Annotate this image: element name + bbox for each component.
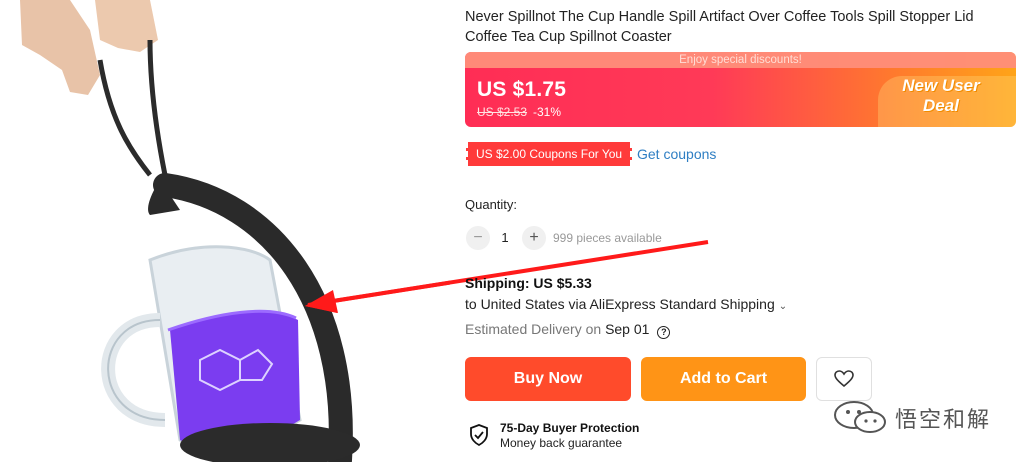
coupon-badge[interactable]: US $2.00 Coupons For You [466,142,633,166]
pieces-available: 999 pieces available [553,231,662,245]
shipping-cost: Shipping: US $5.33 [465,275,592,291]
add-to-cart-button[interactable]: Add to Cart [641,357,806,401]
new-user-deal-badge: New User Deal [902,76,980,115]
minus-icon[interactable]: − [466,226,490,250]
buyer-protection-title: 75-Day Buyer Protection [500,421,640,435]
current-price: US $1.75 [477,78,567,101]
delivery-label: Estimated Delivery on [465,321,602,337]
quantity-value[interactable]: 1 [500,230,510,245]
product-image [0,0,450,462]
watermark: 悟空和解 [832,398,1012,438]
quantity-label: Quantity: [465,197,518,212]
product-photo [20,0,450,462]
shipping-destination[interactable]: to United States via AliExpress Standard… [465,296,787,312]
buy-now-button[interactable]: Buy Now [465,357,631,401]
promo-strip: Enjoy special discounts! [465,52,1016,68]
delivery-date: Sep 01 [605,321,650,337]
price-box: Enjoy special discounts! US $1.75 US $2.… [465,52,1016,127]
question-mark-icon[interactable]: ? [657,326,671,339]
product-title: Never Spillnot The Cup Handle Spill Arti… [465,9,974,45]
plus-icon[interactable]: + [522,226,546,250]
product-info: Never Spillnot The Cup Handle Spill Arti… [465,0,1020,462]
wishlist-button[interactable] [816,357,872,401]
shield-check-icon [470,424,488,446]
chevron-down-icon[interactable]: ⌄ [779,301,787,312]
shipping-destination-text: to United States via AliExpress Standard… [465,296,775,312]
original-price: US $2.53 [477,105,528,119]
heart-icon [834,370,854,388]
watermark-text: 悟空和解 [895,408,992,433]
buyer-protection-subtitle: Money back guarantee [500,436,623,450]
get-coupons-link[interactable]: Get coupons [637,144,716,164]
wechat-icon [834,401,886,433]
discount-percent: -31% [533,105,562,119]
estimated-delivery: Estimated Delivery on Sep 01 ? [465,321,671,339]
